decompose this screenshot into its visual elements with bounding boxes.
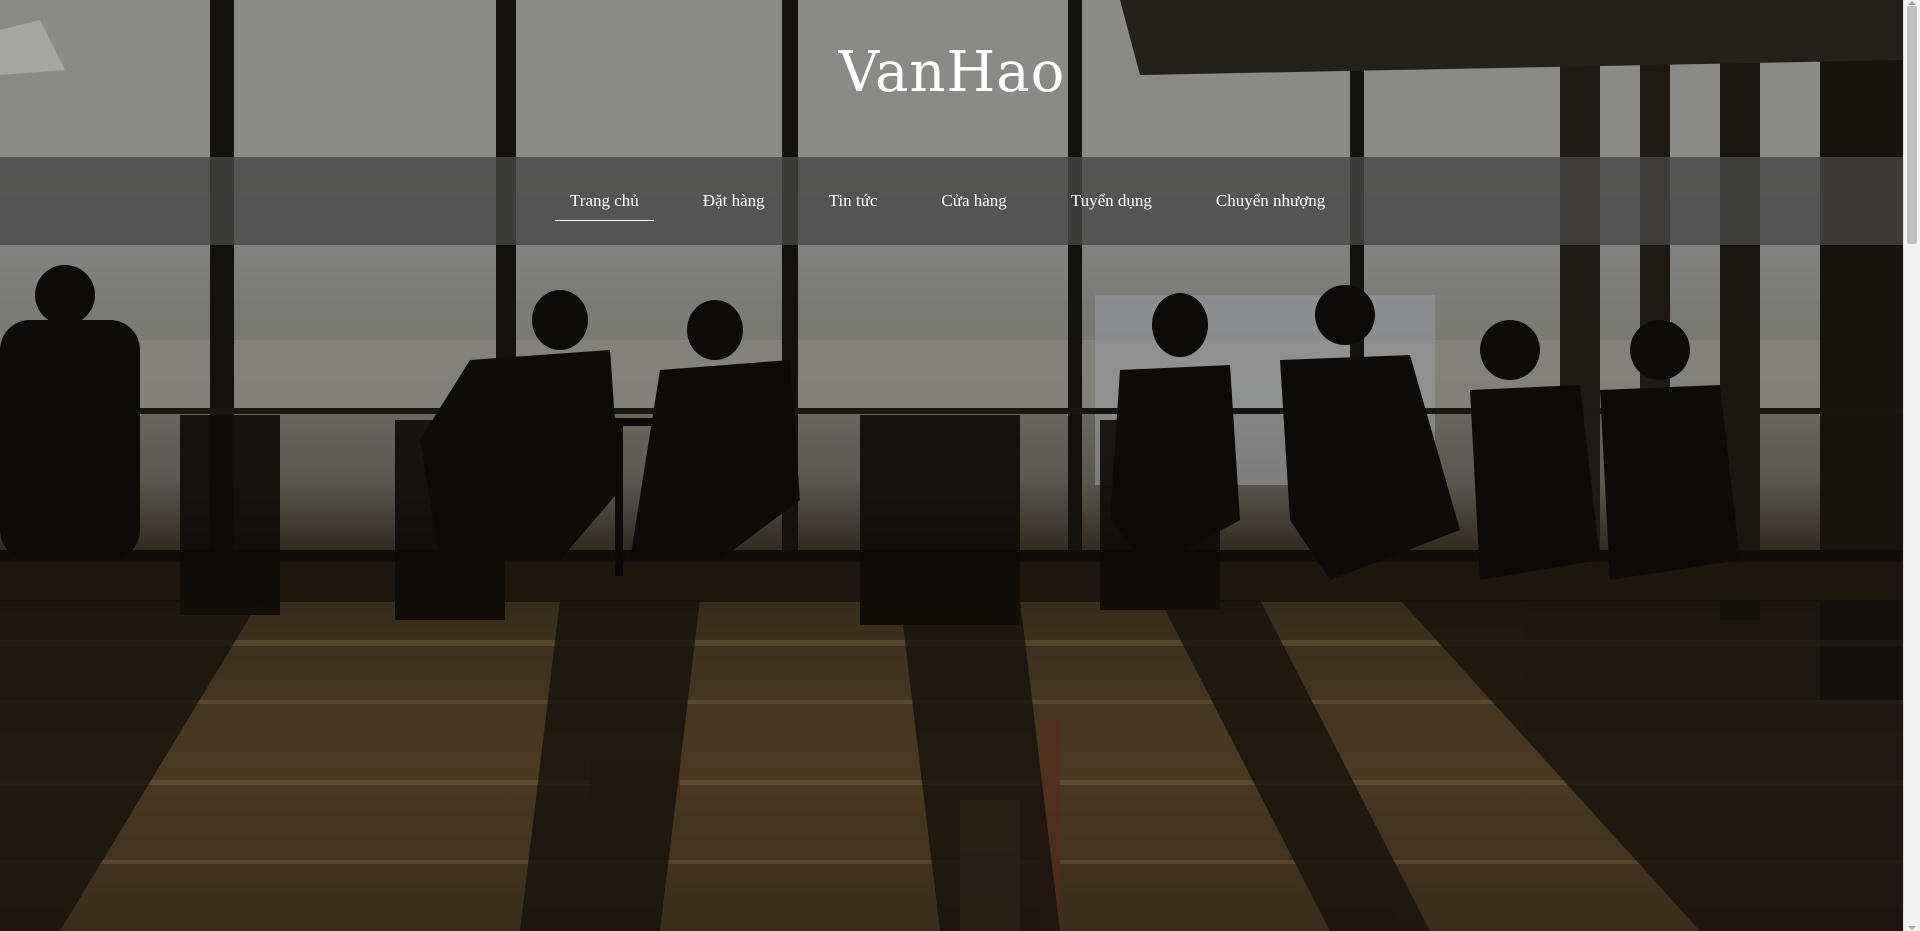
nav-item-dat-hang[interactable]: Đặt hàng: [688, 157, 780, 245]
hero-scene-illustration: [0, 0, 1904, 931]
nav-list: Trang chủ Đặt hàng Tin tức Cửa hàng Tuyể…: [555, 157, 1374, 245]
main-navigation: Trang chủ Đặt hàng Tin tức Cửa hàng Tuyể…: [0, 157, 1904, 245]
scroll-up-arrow-icon[interactable]: [1908, 1, 1916, 5]
page-scrollbar[interactable]: [1903, 0, 1920, 931]
nav-item-cua-hang[interactable]: Cửa hàng: [926, 157, 1021, 245]
nav-item-tin-tuc[interactable]: Tin tức: [814, 157, 893, 245]
home-page: VanHao Trang chủ Đặt hàng Tin tức Cửa hà…: [0, 0, 1920, 931]
scroll-thumb[interactable]: [1907, 6, 1917, 244]
nav-item-trang-chu[interactable]: Trang chủ: [555, 157, 654, 245]
site-logo-title[interactable]: VanHao: [0, 40, 1904, 105]
nav-item-tuyen-dung[interactable]: Tuyển dụng: [1056, 157, 1167, 245]
hero-background-image: [0, 0, 1904, 931]
nav-item-chuyen-nhuong[interactable]: Chuyển nhượng: [1201, 157, 1340, 245]
scroll-down-arrow-icon[interactable]: [1908, 926, 1916, 930]
